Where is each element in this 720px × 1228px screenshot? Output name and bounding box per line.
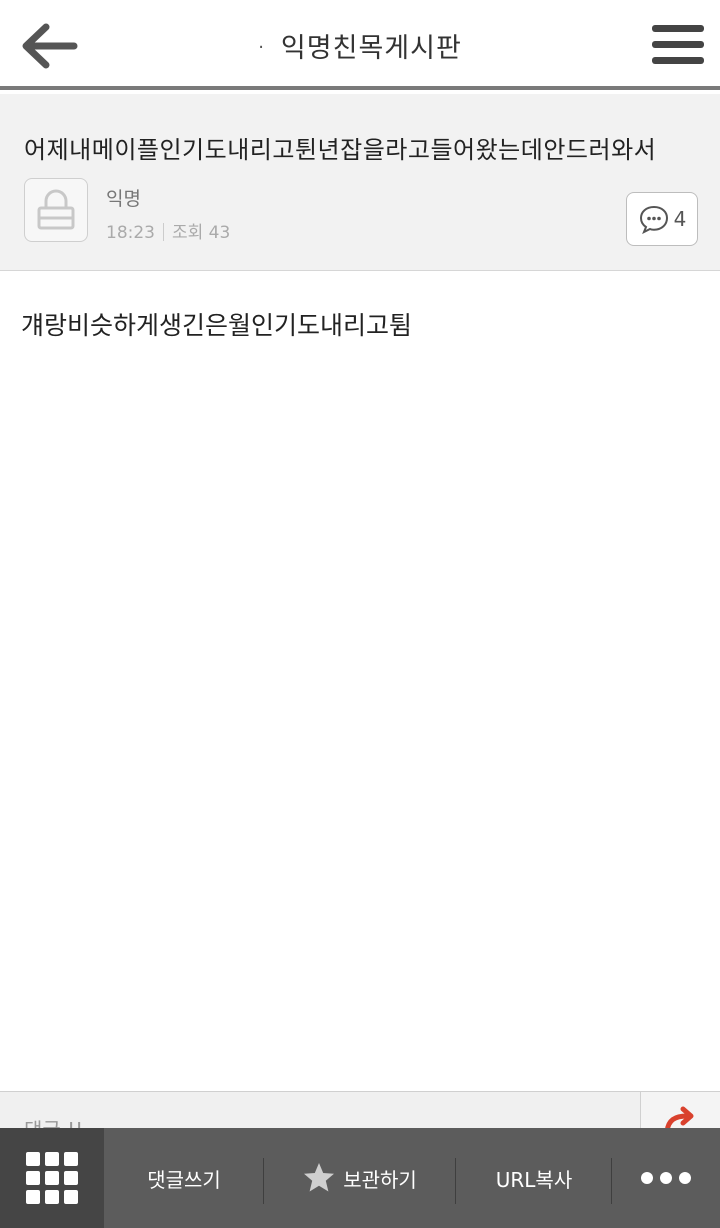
app-header: · 익명친목게시판 bbox=[0, 0, 720, 90]
board-title: · 익명친목게시판 bbox=[258, 33, 462, 64]
lock-icon bbox=[37, 189, 75, 230]
write-comment-label: 댓글쓰기 bbox=[147, 1167, 221, 1192]
bookmark-label: 보관하기 bbox=[343, 1167, 417, 1192]
grid-icon bbox=[26, 1152, 78, 1204]
share-arrow-icon bbox=[664, 1106, 694, 1131]
comment-input-bar[interactable]: 댓글 !! bbox=[0, 1091, 720, 1131]
apps-grid-button[interactable] bbox=[0, 1128, 104, 1228]
share-button[interactable] bbox=[640, 1092, 720, 1131]
author-name: 익명 bbox=[106, 188, 141, 210]
write-comment-button[interactable]: 댓글쓰기 bbox=[104, 1128, 264, 1228]
post-time: 18:23 bbox=[106, 223, 155, 243]
more-dots-icon bbox=[641, 1172, 691, 1184]
post-title: 어제내메이플인기도내리고튄년잡을라고들어왔는데안드러와서 bbox=[24, 136, 657, 164]
board-title-text: 익명친목게시판 bbox=[280, 33, 462, 64]
comment-count: 4 bbox=[673, 207, 687, 231]
copy-url-button[interactable]: URL복사 bbox=[456, 1128, 612, 1228]
menu-button[interactable] bbox=[650, 20, 706, 70]
post-body-text: 걔랑비슷하게생긴은월인기도내리고튐 bbox=[21, 311, 413, 340]
bookmark-button[interactable]: 보관하기 bbox=[264, 1128, 456, 1228]
star-icon bbox=[304, 1163, 335, 1192]
meta-divider bbox=[163, 223, 164, 241]
hamburger-menu-icon bbox=[652, 25, 704, 64]
speech-bubble-icon bbox=[639, 205, 668, 234]
post-header: 어제내메이플인기도내리고튄년잡을라고들어왔는데안드러와서 익명 18:23 조회 … bbox=[0, 94, 720, 271]
avatar bbox=[24, 178, 88, 242]
post-meta: 18:23 조회 43 bbox=[106, 218, 230, 243]
copy-url-label: URL복사 bbox=[495, 1167, 573, 1192]
comment-count-button[interactable]: 4 bbox=[626, 192, 698, 246]
bottom-toolbar: 댓글쓰기 보관하기 URL복사 bbox=[0, 1128, 720, 1228]
view-count: 조회 43 bbox=[172, 223, 231, 243]
more-options-button[interactable] bbox=[612, 1128, 720, 1228]
